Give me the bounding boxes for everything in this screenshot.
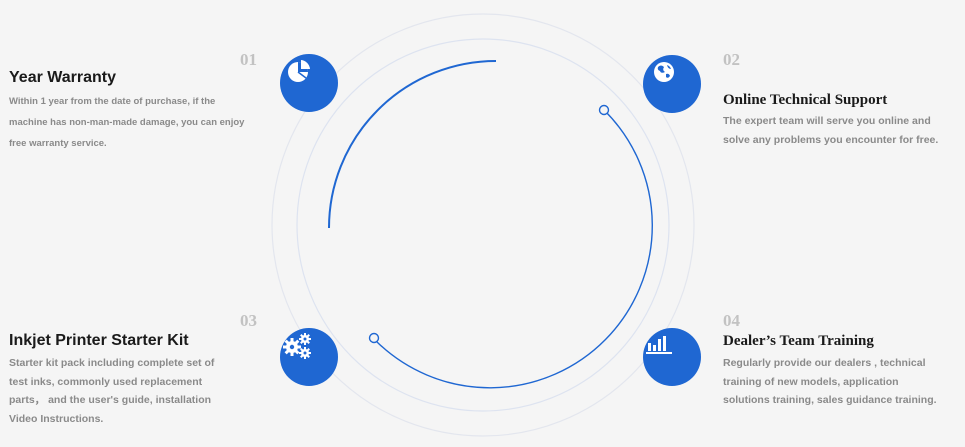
description-line: parts， and the user's guide, installatio… <box>9 394 212 406</box>
description-line: free warranty service. <box>9 138 107 149</box>
inner-ring <box>296 38 670 412</box>
arc-end-dot-upper <box>598 104 610 116</box>
description-line: The expert team will serve you online an… <box>723 115 931 127</box>
bar-chart-icon <box>643 328 701 386</box>
feature-title: Year Warranty <box>9 69 117 86</box>
description-line: training of new models, application <box>723 375 899 388</box>
description-line: test inks, commonly used replacement <box>9 375 203 388</box>
gears-icon <box>280 328 338 386</box>
arc-lower-right <box>375 109 653 389</box>
description-line: Video Instructions. <box>9 412 104 425</box>
feature-number: 03 <box>240 311 257 330</box>
feature-title: Inkjet Printer Starter Kit <box>9 332 189 349</box>
pie-chart-icon <box>280 54 338 112</box>
feature-description: Starter kit pack including complete set … <box>9 354 214 428</box>
feature-number: 04 <box>723 311 740 330</box>
feature-number: 01 <box>240 50 257 69</box>
description-line: solve any problems you encounter for fre… <box>723 133 939 146</box>
description-line: solutions training, sales guidance train… <box>723 394 937 406</box>
feature-description: The expert team will serve you online an… <box>723 112 938 149</box>
feature-title: Online Technical Support <box>723 92 888 108</box>
description-line: Starter kit pack including complete set … <box>9 357 215 369</box>
arc-end-dot-lower <box>368 332 380 344</box>
arc-upper-left <box>328 60 497 229</box>
feature-title: Dealer’s Team Training <box>723 333 874 349</box>
feature-description: Within 1 year from the date of purchase,… <box>9 91 244 154</box>
description-line: Within 1 year from the date of purchase,… <box>9 96 216 107</box>
feature-number: 02 <box>723 50 740 69</box>
description-line: Regularly provide our dealers , technica… <box>723 357 926 369</box>
feature-description: Regularly provide our dealers , technica… <box>723 354 937 410</box>
globe-icon <box>643 55 701 113</box>
description-line: machine has non-man-made damage, you can… <box>9 117 245 128</box>
